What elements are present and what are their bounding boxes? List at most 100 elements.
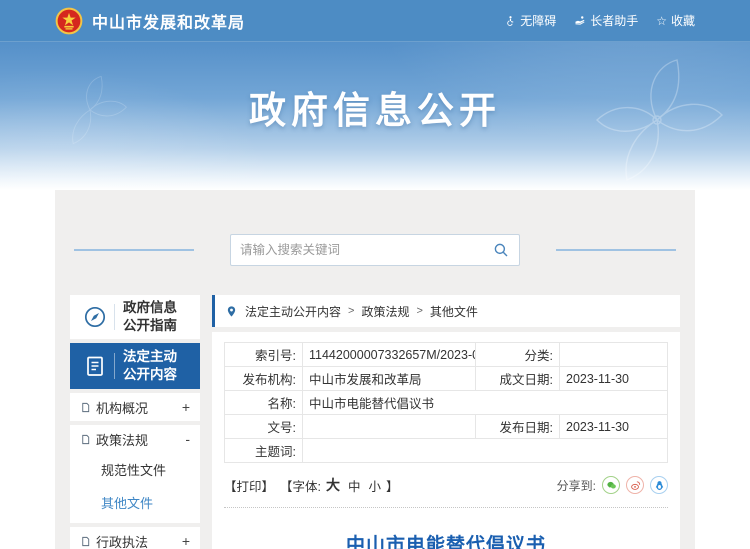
national-emblem-icon: [55, 7, 83, 35]
sidebar-group-policies: 政策法规 - 规范性文件 其他文件: [70, 425, 200, 523]
index-number-label: 索引号:: [225, 343, 303, 367]
font-size-suffix: 】: [386, 476, 399, 495]
share-wechat-button[interactable]: [602, 476, 620, 494]
star-icon: ☆: [656, 15, 667, 27]
category-label: 分类:: [476, 343, 560, 367]
table-row: 名称: 中山市电能替代倡议书: [225, 391, 668, 415]
menu-label: 机构概况: [96, 398, 182, 417]
page-icon: [80, 434, 91, 445]
breadcrumb-item-policies[interactable]: 政策法规: [361, 303, 409, 320]
sidebar-active-label: 法定主动 公开内容: [123, 348, 177, 384]
elder-assist-link[interactable]: 长者助手: [574, 12, 638, 29]
elder-assist-icon: [574, 15, 586, 27]
table-row: 主题词:: [225, 439, 668, 463]
keywords-label: 主题词:: [225, 439, 303, 463]
accessibility-icon: [504, 15, 516, 27]
agency-label: 发布机构:: [225, 367, 303, 391]
compass-icon: [78, 305, 112, 329]
breadcrumb-separator: >: [416, 305, 422, 317]
site-brand[interactable]: 中山市发展和改革局: [55, 7, 245, 35]
accessibility-label: 无障碍: [520, 12, 556, 29]
weibo-icon: [630, 480, 641, 491]
accessibility-link[interactable]: 无障碍: [504, 12, 556, 29]
wechat-icon: [606, 480, 617, 491]
search-input[interactable]: [240, 243, 492, 257]
sidebar-item-statutory-disclosure[interactable]: 法定主动 公开内容: [70, 343, 200, 389]
expand-icon[interactable]: +: [182, 400, 190, 414]
site-name: 中山市发展和改革局: [92, 9, 245, 33]
index-number-value: 11442000007332657M/2023-00662: [303, 343, 476, 367]
main-column: 法定主动公开内容 > 政策法规 > 其他文件 索引号: 114420000073…: [212, 295, 680, 549]
sidebar-item-law-enforcement[interactable]: 行政执法 +: [70, 527, 200, 549]
breadcrumb-item-statutory[interactable]: 法定主动公开内容: [245, 303, 341, 320]
location-pin-icon: [225, 305, 238, 318]
keywords-value: [303, 439, 668, 463]
sidebar-item-policies[interactable]: 政策法规 -: [70, 425, 200, 453]
search-box: [230, 234, 520, 266]
share-section: 分享到:: [557, 476, 668, 494]
content-card: 政府信息 公开指南 法定主动 公开内容: [55, 190, 695, 549]
page-icon: [80, 536, 91, 547]
expand-icon[interactable]: +: [182, 534, 190, 548]
font-size-prefix: 【字体:: [280, 476, 321, 495]
doc-number-label: 文号:: [225, 415, 303, 439]
font-size-controls: 【字体: 大 中 小 】: [280, 475, 399, 495]
written-date-label: 成文日期:: [476, 367, 560, 391]
left-decorative-line: [74, 249, 194, 251]
sidebar-item-disclosure-guide[interactable]: 政府信息 公开指南: [70, 295, 200, 339]
table-row: 发布机构: 中山市发展和改革局 成文日期: 2023-11-30: [225, 367, 668, 391]
guide-line1: 政府信息: [123, 300, 177, 315]
share-weibo-button[interactable]: [626, 476, 644, 494]
sidebar-guide-label: 政府信息 公开指南: [123, 299, 177, 335]
sidebar-group-law-enforcement: 行政执法 +: [70, 527, 200, 549]
name-label: 名称:: [225, 391, 303, 415]
share-label: 分享到:: [557, 477, 596, 494]
sidebar-item-other-documents[interactable]: 其他文件: [70, 486, 200, 519]
divider: [114, 304, 115, 330]
sidebar-item-normative-documents[interactable]: 规范性文件: [70, 453, 200, 486]
toolbar-left: 【打印】 【字体: 大 中 小 】: [224, 475, 399, 495]
agency-value: 中山市发展和改革局: [303, 367, 476, 391]
breadcrumb: 法定主动公开内容 > 政策法规 > 其他文件: [212, 295, 680, 327]
font-size-medium-button[interactable]: 中: [348, 476, 361, 495]
name-value: 中山市电能替代倡议书: [303, 391, 668, 415]
share-qq-button[interactable]: [650, 476, 668, 494]
publish-date-label: 发布日期:: [476, 415, 560, 439]
sidebar: 政府信息 公开指南 法定主动 公开内容: [70, 295, 200, 549]
search-icon[interactable]: [492, 241, 510, 259]
breadcrumb-item-other-documents[interactable]: 其他文件: [430, 303, 478, 320]
content-row: 政府信息 公开指南 法定主动 公开内容: [70, 295, 680, 549]
divider: [114, 353, 115, 379]
top-utility-links: 无障碍 长者助手 ☆ 收藏: [504, 12, 695, 29]
category-value: [560, 343, 668, 367]
dotted-divider: [224, 507, 668, 508]
favorite-link[interactable]: ☆ 收藏: [656, 12, 695, 29]
font-size-small-button[interactable]: 小: [369, 476, 382, 495]
table-row: 文号: 发布日期: 2023-11-30: [225, 415, 668, 439]
breadcrumb-separator: >: [348, 305, 354, 317]
article-toolbar: 【打印】 【字体: 大 中 小 】 分享到:: [224, 475, 668, 495]
table-row: 索引号: 11442000007332657M/2023-00662 分类:: [225, 343, 668, 367]
sidebar-group-org-overview: 机构概况 +: [70, 393, 200, 421]
sidebar-item-org-overview[interactable]: 机构概况 +: [70, 393, 200, 421]
right-decorative-line: [556, 249, 676, 251]
favorite-label: 收藏: [671, 12, 695, 29]
article-title: 中山市电能替代倡议书: [224, 530, 668, 549]
font-size-large-button[interactable]: 大: [326, 475, 340, 495]
menu-label: 政策法规: [96, 430, 185, 449]
document-meta-table: 索引号: 11442000007332657M/2023-00662 分类: 发…: [224, 342, 668, 463]
top-bar: 中山市发展和改革局 无障碍 长者助手 ☆ 收藏: [0, 0, 750, 42]
active-line1: 法定主动: [123, 349, 177, 364]
print-button[interactable]: 【打印】: [224, 476, 274, 495]
document-detail-card: 索引号: 11442000007332657M/2023-00662 分类: 发…: [212, 332, 680, 549]
active-line2: 公开内容: [123, 367, 177, 382]
page-banner: 政府信息公开: [0, 42, 750, 190]
written-date-value: 2023-11-30: [560, 367, 668, 391]
collapse-icon[interactable]: -: [185, 432, 190, 446]
publish-date-value: 2023-11-30: [560, 415, 668, 439]
page-icon: [80, 402, 91, 413]
guide-line2: 公开指南: [123, 318, 177, 333]
search-section: [70, 234, 680, 266]
document-icon: [78, 354, 112, 378]
doc-number-value: [303, 415, 476, 439]
